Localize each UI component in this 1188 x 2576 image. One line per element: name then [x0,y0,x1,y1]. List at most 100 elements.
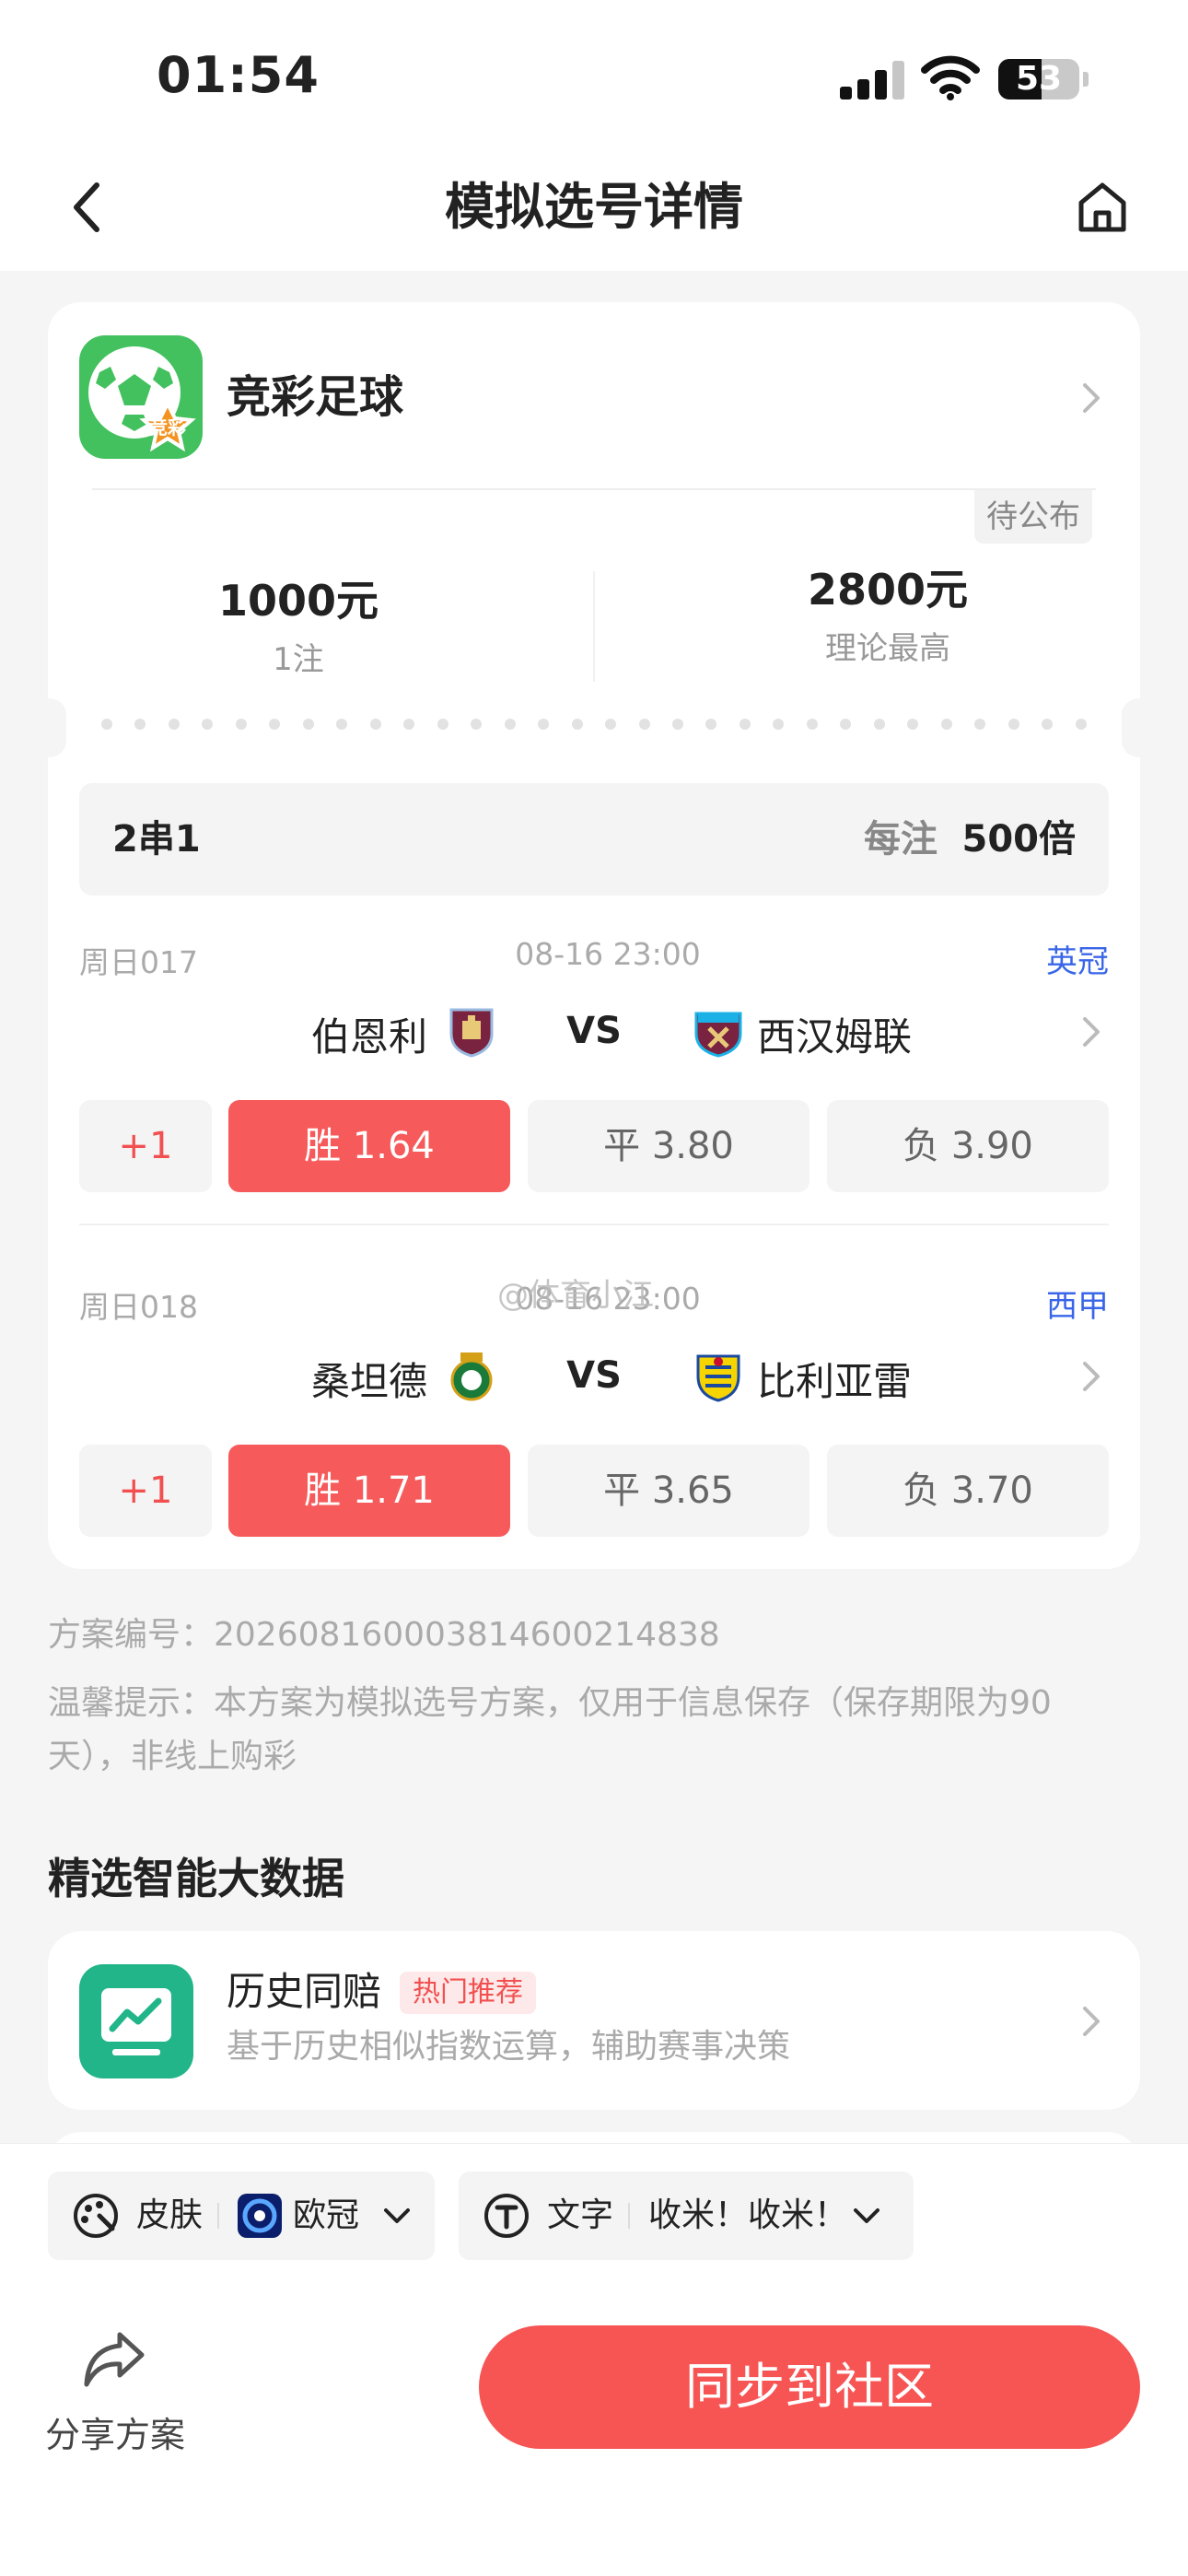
match-time: 08-16 23:00 [515,936,701,972]
perforation-dot [1075,719,1087,730]
max-payout: 2800元 [807,565,969,615]
bet-count: 1注 [273,641,324,678]
chevron-right-icon[interactable] [1077,1013,1105,1050]
perforation-dot [840,719,852,730]
share-label: 分享方案 [44,2415,185,2455]
multiplier: 500倍 [961,818,1077,861]
perforation-dot [873,719,885,730]
villarreal-crest-icon [696,1354,740,1402]
parlay-type: 2串1 [112,818,201,861]
odd-lose-button[interactable]: 负 3.70 [827,1445,1109,1537]
lottery-logo-icon: 竞彩 [79,335,203,459]
perforation-dot [369,719,381,730]
text-label: 文字 [547,2196,614,2234]
per-bet-label: 每注 [864,818,938,861]
ucl-logo-icon [238,2194,282,2238]
hot-badge: 热门推荐 [400,1972,536,2014]
palette-icon [74,2194,118,2238]
lottery-name[interactable]: 竞彩足球 [227,365,403,429]
page-title: 模拟选号详情 [445,178,743,236]
more-options-button[interactable]: +1 [79,1445,212,1537]
burnley-crest-icon [449,1008,494,1058]
chevron-right-icon[interactable] [1077,380,1105,416]
home-button[interactable] [1068,175,1136,240]
perforation-dot [403,719,415,730]
perforation-dots [101,719,1087,733]
league-tag: 英冠 [1046,943,1109,980]
plan-id: 方案编号：20260816000381460021483​8 [48,1616,720,1654]
odd-draw-button[interactable]: 平 3.65 [528,1445,809,1537]
more-options-button[interactable]: +1 [79,1100,212,1192]
odd-win-button[interactable]: 胜 1.71 [228,1445,510,1537]
perforation-dot [1007,719,1019,730]
lottery-badge-text: 竞彩 [149,416,186,439]
battery-cap [1083,72,1089,87]
feature-desc: 基于历史相似指数运算，辅助赛事决策 [227,2028,791,2066]
odds-row: +1 胜 1.71 平 3.65 负 3.70 [79,1445,1109,1537]
perforation-dot [974,719,986,730]
parlay-bar: 2串1 每注 500倍 [79,783,1109,896]
racing-santander-crest-icon [450,1352,493,1401]
feature-card[interactable] [48,1931,1140,2110]
vs-label: VS [566,1354,622,1397]
soccer-ball-icon [88,346,196,452]
section-title: 精选智能大数据 [48,1854,344,1903]
odd-win-button[interactable]: 胜 1.64 [228,1100,510,1192]
status-time: 01:54 [157,46,320,104]
perforation-dot [705,719,717,730]
perforation-dot [739,719,751,730]
card-divider [92,488,1096,490]
nav-bar: 模拟选号详情 [0,147,1188,271]
perforation-dot [538,719,550,730]
stat-separator [593,571,595,682]
perforation-dot [336,719,348,730]
battery-level: 53 [1015,60,1063,98]
status-badge: 待公布 [974,490,1092,544]
chip-separator [217,2203,219,2229]
perforation-dot [1042,719,1054,730]
chevron-right-icon[interactable] [1077,1358,1105,1395]
perforation-dot [605,719,617,730]
chart-icon [79,1964,193,2078]
perforation-dot [202,719,214,730]
perforation-dot [134,719,146,730]
match-number: 周日018 [79,1289,198,1325]
chevron-right-icon[interactable] [1077,2003,1105,2040]
text-value: 收米！收米！ [648,2196,848,2234]
away-team: 比利亚雷 [757,1359,913,1404]
perforation-dot [302,719,314,730]
perforation-dot [235,719,247,730]
bottom-action-bar: 分享方案 同步到社区 [0,2290,1188,2576]
skin-selector[interactable]: 皮肤 欧冠 [48,2172,435,2260]
perforation-dot [101,719,112,730]
max-payout-label: 理论最高 [825,630,950,667]
perforation-dot [773,719,785,730]
vs-label: VS [566,1010,622,1052]
battery-icon: 53 [998,59,1079,100]
chevron-down-icon [854,2208,879,2223]
page: 01:54 53 模拟选号详情 竞彩 竞彩足球 待公布 1000元 1注 280… [0,0,1188,2576]
watermark: @体育小江 [497,1277,654,1314]
text-selector[interactable]: 文字 收米！收米！ [459,2172,914,2260]
league-tag: 西甲 [1046,1288,1109,1325]
stake-amount: 1000元 [217,576,379,626]
share-button[interactable]: 分享方案 [37,2324,193,2471]
text-t-icon [484,2194,529,2238]
perforation-dot [504,719,516,730]
perforation-dot [269,719,281,730]
match-number: 周日017 [79,944,198,980]
perforation-dot [437,719,448,730]
cellular-signal-icon [840,59,904,100]
perforation-dot [571,719,583,730]
style-toolbar: 皮肤 欧冠 文字 收米！收米！ [0,2143,1188,2290]
sync-to-community-button[interactable]: 同步到社区 [479,2325,1140,2449]
odd-draw-button[interactable]: 平 3.80 [528,1100,809,1192]
perforation-dot [940,719,952,730]
perforation-dot [471,719,483,730]
perforation-dot [907,719,919,730]
odds-row: +1 胜 1.64 平 3.80 负 3.90 [79,1100,1109,1192]
notice-line-1: 温馨提示：本方案为模拟选号方案，仅用于信息保存（保存期限为90 [48,1684,1052,1722]
odd-lose-button[interactable]: 负 3.90 [827,1100,1109,1192]
feature-name: 历史同赔 [227,1969,382,2014]
perforation-dot [168,719,180,730]
